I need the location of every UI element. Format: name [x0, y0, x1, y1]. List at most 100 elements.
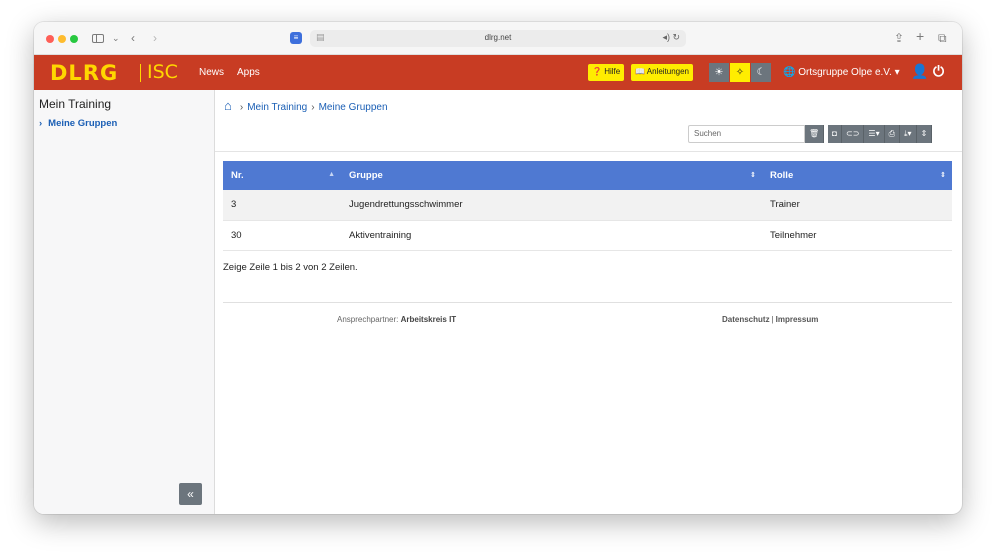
nav-apps-link[interactable]: Apps [237, 67, 260, 78]
app-navbar: DLRG ISC News Apps ❓ Hilfe 📖 Anleitungen… [34, 55, 962, 90]
home-icon[interactable]: ⌂ [224, 98, 232, 113]
download-icon: ⤓▾ [904, 129, 912, 138]
isc-logo[interactable]: ISC [147, 61, 178, 83]
browser-titlebar: ⌄ ‹ › ≡ ▤ dlrg.net ◂) ↻ ⇪ + ⧉ [34, 22, 962, 55]
address-url: dlrg.net [484, 33, 512, 42]
print-icon: ⎙ [888, 129, 895, 138]
cell-gruppe: Aktiventraining [349, 229, 412, 241]
groups-table: Nr. ▲ Gruppe ⇕ Rolle ⇕ 3 Jugendrettungsschw… [223, 161, 952, 251]
audio-reload-icon[interactable]: ◂) ↻ [662, 32, 680, 43]
question-circle-icon: ❓ [592, 67, 602, 76]
table-row[interactable]: 3 Jugendrettungsschwimmer Trainer [223, 190, 952, 220]
user-icon[interactable]: 👤 [911, 63, 928, 80]
back-icon[interactable]: ‹ [131, 30, 135, 46]
magic-wand-icon: ✧ [735, 67, 745, 78]
guides-label: Anleitungen [646, 67, 690, 76]
chevron-down-icon[interactable]: ⌄ [112, 30, 120, 46]
sort-asc-icon: ▲ [328, 171, 335, 178]
footer-legal: Datenschutz | Impressum [722, 315, 818, 324]
column-header-nr[interactable]: Nr. ▲ [223, 161, 341, 190]
search-placeholder: Suchen [694, 129, 722, 138]
toggle-pagination-button[interactable]: ◘ [828, 125, 842, 143]
breadcrumb-separator: › [311, 102, 315, 113]
breadcrumb-mein-training[interactable]: Mein Training [247, 102, 307, 113]
breadcrumb-separator: › [239, 102, 244, 113]
pagination-info: Zeige Zeile 1 bis 2 von 2 Zeilen. [223, 262, 358, 273]
legal-separator: | [771, 315, 774, 324]
dark-mode-button[interactable]: ☾ [751, 63, 771, 82]
cell-nr: 30 [231, 229, 242, 241]
sort-icon: ⇕ [940, 172, 946, 179]
browser-window: ⌄ ‹ › ≡ ▤ dlrg.net ◂) ↻ ⇪ + ⧉ DLRG ISC N… [34, 22, 962, 514]
cell-rolle: Trainer [770, 199, 800, 211]
left-sidebar: Mein Training › Meine Gruppen « [34, 90, 215, 514]
organization-label: Ortsgruppe Olpe e.V. [798, 67, 892, 78]
print-button[interactable]: ⎙ [884, 125, 900, 143]
new-tab-icon[interactable]: + [916, 28, 924, 44]
toggle-view-button[interactable]: ⊂⊃ [842, 125, 865, 143]
trash-icon: 🗑 [809, 129, 820, 138]
search-input[interactable]: Suchen [688, 125, 805, 143]
forward-icon[interactable]: › [153, 30, 157, 46]
footer-contact: Ansprechpartner: Arbeitskreis IT [337, 315, 456, 324]
square-icon: ◘ [832, 129, 837, 138]
sort-icon: ⇕ [750, 172, 756, 179]
column-header-label: Gruppe [349, 170, 383, 181]
sun-icon: ☀ [714, 67, 724, 78]
clear-search-button[interactable]: 🗑 [805, 125, 825, 143]
double-chevron-left-icon: « [187, 487, 194, 501]
breadcrumb: ⌂ › Mein Training › Meine Gruppen [224, 98, 388, 113]
column-header-rolle[interactable]: Rolle ⇕ [762, 161, 952, 190]
power-icon[interactable]: ⏻ [933, 63, 944, 80]
table-toolbar: 🗑 ◘ ⊂⊃ ☰▾ ⎙ ⤓▾ ⇕ [805, 125, 933, 143]
dlrg-logo[interactable]: DLRG [50, 61, 118, 85]
globe-icon: 🌐 [783, 67, 796, 78]
contact-link[interactable]: Arbeitskreis IT [401, 315, 457, 324]
collapse-sidebar-button[interactable]: « [179, 483, 202, 505]
sidebar-item-meine-gruppen[interactable]: › Meine Gruppen [39, 118, 117, 129]
sidebar-item-label: Meine Gruppen [48, 118, 118, 129]
list-icon: ☰▾ [868, 129, 880, 138]
sidebar-toggle-icon[interactable] [92, 34, 104, 43]
table-row[interactable]: 30 Aktiventraining Teilnehmer [223, 220, 952, 250]
share-icon[interactable]: ⇪ [894, 30, 904, 46]
footer-divider [223, 302, 952, 303]
light-mode-button[interactable]: ☀ [709, 63, 729, 82]
minimize-window-button[interactable] [58, 35, 66, 43]
help-button[interactable]: ❓ Hilfe [588, 64, 625, 81]
column-header-label: Rolle [770, 170, 794, 181]
imprint-link[interactable]: Impressum [776, 315, 819, 324]
divider [215, 151, 962, 152]
sidebar-title: Mein Training [39, 97, 112, 111]
column-header-gruppe[interactable]: Gruppe ⇕ [341, 161, 762, 190]
toggle-icon: ⊂⊃ [846, 129, 860, 138]
export-dropdown-button[interactable]: ⤓▾ [900, 125, 917, 143]
close-window-button[interactable] [46, 35, 54, 43]
caret-down-icon: ▾ [894, 67, 900, 78]
chevron-right-icon: › [39, 118, 43, 129]
cell-nr: 3 [231, 199, 237, 211]
main-content: ⌂ › Mein Training › Meine Gruppen Suchen 🗑 ◘… [215, 90, 962, 514]
contact-prefix: Ansprechpartner: [337, 315, 399, 324]
tabs-icon[interactable]: ⧉ [938, 30, 947, 46]
sort-icon: ⇕ [920, 129, 928, 138]
logo-divider [140, 64, 141, 82]
auto-mode-button[interactable]: ✧ [730, 63, 750, 82]
nav-news-link[interactable]: News [199, 67, 224, 78]
table-header-row: Nr. ▲ Gruppe ⇕ Rolle ⇕ [223, 161, 952, 190]
sort-button[interactable]: ⇕ [916, 125, 933, 143]
column-header-label: Nr. [231, 170, 244, 181]
breadcrumb-meine-gruppen[interactable]: Meine Gruppen [319, 102, 388, 113]
moon-icon: ☾ [756, 67, 766, 78]
cell-gruppe: Jugendrettungsschwimmer [349, 199, 463, 211]
address-bar[interactable]: ▤ dlrg.net ◂) ↻ [310, 30, 686, 47]
help-label: Hilfe [604, 67, 621, 76]
cell-rolle: Teilnehmer [770, 229, 817, 241]
maximize-window-button[interactable] [70, 35, 78, 43]
organization-dropdown[interactable]: 🌐 Ortsgruppe Olpe e.V. ▾ [783, 67, 900, 78]
privacy-link[interactable]: Datenschutz [722, 315, 770, 324]
book-icon: 📖 [635, 67, 645, 76]
columns-dropdown-button[interactable]: ☰▾ [864, 125, 885, 143]
guides-button[interactable]: 📖 Anleitungen [631, 64, 694, 81]
tab-favicon-icon[interactable]: ≡ [290, 32, 302, 44]
